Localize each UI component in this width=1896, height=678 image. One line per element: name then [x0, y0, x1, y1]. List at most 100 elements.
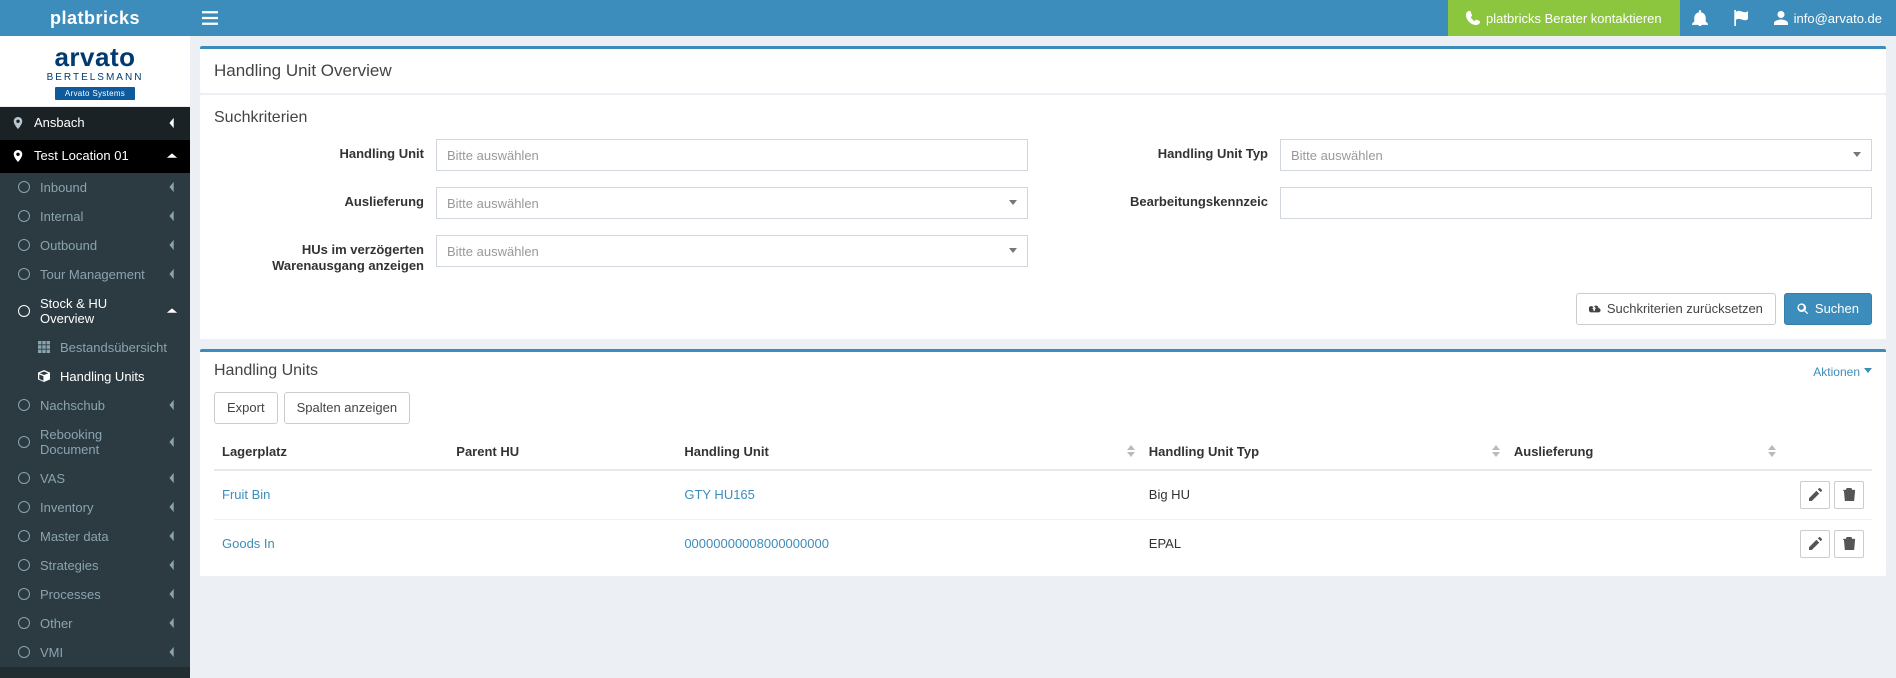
- table-actions-menu[interactable]: Aktionen: [1813, 357, 1886, 379]
- sidebar-item-label: Internal: [40, 209, 83, 224]
- hu-type-cell: EPAL: [1141, 519, 1506, 568]
- chevron-left-icon: [166, 399, 178, 411]
- sidebar-item-label: Stock & HU Overview: [40, 296, 156, 326]
- chevron-left-icon: [166, 305, 178, 317]
- label-processing-flag: Bearbeitungskennzeic: [1058, 187, 1268, 210]
- handling-unit-link[interactable]: 00000000008000000000: [684, 536, 829, 551]
- sidebar-subitem-label: Handling Units: [60, 369, 145, 384]
- search-button[interactable]: Suchen: [1784, 293, 1872, 325]
- lagerplatz-link[interactable]: Goods In: [222, 536, 275, 551]
- sidebar-item-label: Processes: [40, 587, 101, 602]
- marker-icon: [12, 117, 24, 129]
- col-delivery[interactable]: Auslieferung: [1506, 434, 1782, 470]
- ring-icon: [18, 559, 30, 571]
- sort-icon: [1127, 445, 1135, 458]
- sidebar-item-nachschub[interactable]: Nachschub: [0, 391, 190, 420]
- delete-button[interactable]: [1834, 530, 1864, 558]
- sidebar-item-inventory[interactable]: Inventory: [0, 493, 190, 522]
- contact-advisor-button[interactable]: platbricks Berater kontaktieren: [1448, 0, 1680, 36]
- sidebar-item-master-data[interactable]: Master data: [0, 522, 190, 551]
- sidebar: arvato BERTELSMANN Arvato Systems Ansbac…: [0, 36, 190, 678]
- cube-icon: [38, 370, 50, 382]
- ring-icon: [18, 646, 30, 658]
- edit-button[interactable]: [1800, 481, 1830, 509]
- edit-button[interactable]: [1800, 530, 1830, 558]
- label-delivery: Auslieferung: [214, 187, 424, 210]
- sidebar-item-strategies[interactable]: Strategies: [0, 551, 190, 580]
- sidebar-item-stock-hu-overview[interactable]: Stock & HU Overview: [0, 289, 190, 333]
- delivery-cell: [1506, 519, 1782, 568]
- parent-hu-cell: [448, 470, 676, 520]
- show-columns-label: Spalten anzeigen: [297, 400, 397, 415]
- tenant-logo: arvato BERTELSMANN Arvato Systems: [0, 36, 190, 107]
- handling-unit-input[interactable]: [436, 139, 1028, 171]
- export-button-label: Export: [227, 400, 265, 415]
- processing-flag-input[interactable]: [1280, 187, 1872, 219]
- sidebar-item-vmi[interactable]: VMI: [0, 638, 190, 667]
- sidebar-item-label: Master data: [40, 529, 109, 544]
- notifications-button[interactable]: [1680, 0, 1720, 36]
- results-box: Handling Units Aktionen Export Spalten a…: [200, 349, 1886, 576]
- ring-icon: [18, 501, 30, 513]
- delivery-cell: [1506, 470, 1782, 520]
- sidebar-item-label: Strategies: [40, 558, 99, 573]
- sidebar-item-label: Inventory: [40, 500, 93, 515]
- ring-icon: [18, 530, 30, 542]
- location-test-01[interactable]: Test Location 01: [0, 140, 190, 173]
- location-label: Ansbach: [34, 115, 85, 132]
- chevron-left-icon: [166, 617, 178, 629]
- chevron-down-icon: [166, 150, 178, 162]
- handling-unit-link[interactable]: GTY HU165: [684, 487, 755, 502]
- lagerplatz-link[interactable]: Fruit Bin: [222, 487, 270, 502]
- hu-type-select[interactable]: Bitte auswählen: [1280, 139, 1872, 171]
- sidebar-item-label: VAS: [40, 471, 65, 486]
- user-email-label: info@arvato.de: [1794, 11, 1882, 26]
- col-parent-hu[interactable]: Parent HU: [448, 434, 676, 470]
- label-hu-type: Handling Unit Typ: [1058, 139, 1268, 162]
- col-hu-type[interactable]: Handling Unit Typ: [1141, 434, 1506, 470]
- sidebar-item-vas[interactable]: VAS: [0, 464, 190, 493]
- chevron-left-icon: [166, 436, 178, 448]
- sidebar-item-inbound[interactable]: Inbound: [0, 173, 190, 202]
- chevron-left-icon: [166, 472, 178, 484]
- parent-hu-cell: [448, 519, 676, 568]
- sidebar-item-rebooking-document[interactable]: Rebooking Document: [0, 420, 190, 464]
- sidebar-item-tour-management[interactable]: Tour Management: [0, 260, 190, 289]
- location-ansbach[interactable]: Ansbach: [0, 107, 190, 140]
- chevron-left-icon: [166, 501, 178, 513]
- flag-button[interactable]: [1720, 0, 1760, 36]
- contact-advisor-label: platbricks Berater kontaktieren: [1486, 11, 1662, 26]
- sidebar-subitem-bestands-bersicht[interactable]: Bestandsübersicht: [0, 333, 190, 362]
- col-lagerplatz[interactable]: Lagerplatz: [214, 434, 448, 470]
- sidebar-toggle[interactable]: [190, 0, 230, 36]
- chevron-left-icon: [166, 117, 178, 129]
- search-icon: [1797, 303, 1809, 315]
- grid-icon: [38, 341, 50, 353]
- sidebar-item-label: VMI: [40, 645, 63, 660]
- chevron-left-icon: [166, 181, 178, 193]
- col-handling-unit[interactable]: Handling Unit: [676, 434, 1140, 470]
- marker-icon: [12, 150, 24, 162]
- page-title: Handling Unit Overview: [200, 49, 1886, 93]
- export-button[interactable]: Export: [214, 392, 278, 424]
- phone-icon: [1466, 11, 1480, 25]
- sort-icon: [1492, 445, 1500, 458]
- search-button-label: Suchen: [1815, 301, 1859, 316]
- sidebar-item-processes[interactable]: Processes: [0, 580, 190, 609]
- results-title: Handling Units: [200, 352, 332, 384]
- ring-icon: [18, 181, 30, 193]
- delayed-hus-select[interactable]: Bitte auswählen: [436, 235, 1028, 267]
- chevron-left-icon: [166, 239, 178, 251]
- reset-criteria-button[interactable]: Suchkriterien zurücksetzen: [1576, 293, 1776, 325]
- sidebar-item-internal[interactable]: Internal: [0, 202, 190, 231]
- brand-logo: platbricks: [0, 0, 190, 36]
- ring-icon: [18, 436, 30, 448]
- show-columns-button[interactable]: Spalten anzeigen: [284, 392, 410, 424]
- sort-icon: [1768, 445, 1776, 458]
- user-menu[interactable]: info@arvato.de: [1760, 0, 1896, 36]
- delete-button[interactable]: [1834, 481, 1864, 509]
- sidebar-item-outbound[interactable]: Outbound: [0, 231, 190, 260]
- sidebar-item-other[interactable]: Other: [0, 609, 190, 638]
- delivery-select[interactable]: Bitte auswählen: [436, 187, 1028, 219]
- sidebar-subitem-handling-units[interactable]: Handling Units: [0, 362, 190, 391]
